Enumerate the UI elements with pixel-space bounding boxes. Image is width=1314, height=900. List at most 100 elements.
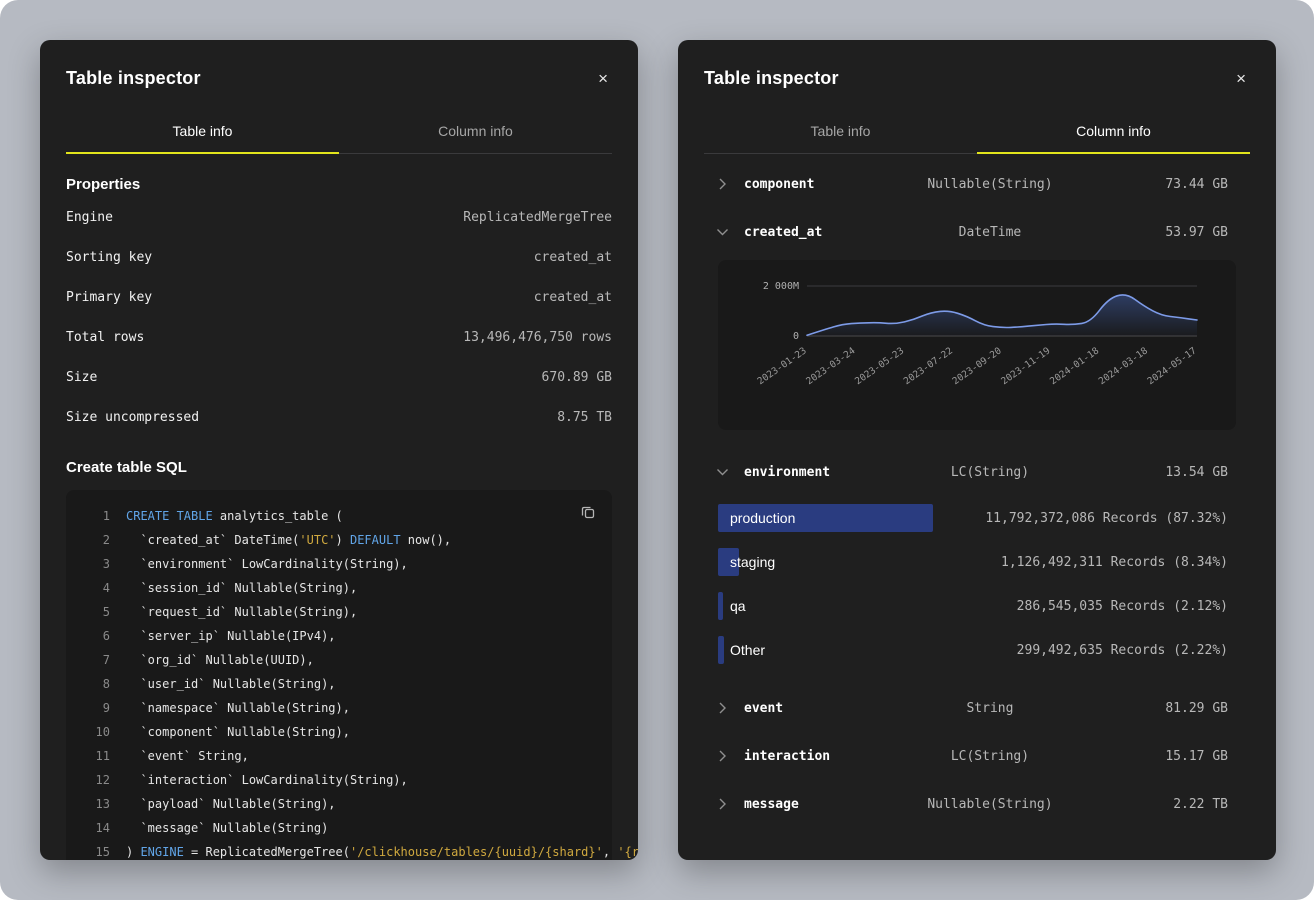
property-row-sorting-key: Sorting key created_at <box>66 237 612 277</box>
sql-line: 15) ENGINE = ReplicatedMergeTree('/click… <box>74 840 596 860</box>
sql-text: `component` Nullable(String), <box>126 720 350 744</box>
property-label: Size <box>66 370 97 385</box>
sql-line: 13 `payload` Nullable(String), <box>74 792 596 816</box>
sql-text: `session_id` Nullable(String), <box>126 576 357 600</box>
column-row-component[interactable]: component Nullable(String) 73.44 GB <box>678 160 1276 208</box>
line-number: 12 <box>74 768 110 792</box>
property-label: Total rows <box>66 330 144 345</box>
sql-text: ) ENGINE = ReplicatedMergeTree('/clickho… <box>126 840 638 860</box>
sql-line: 2 `created_at` DateTime('UTC') DEFAULT n… <box>74 528 596 552</box>
property-label: Sorting key <box>66 250 152 265</box>
column-row-event[interactable]: event String 81.29 GB <box>678 684 1276 732</box>
sql-line: 8 `user_id` Nullable(String), <box>74 672 596 696</box>
desktop-background: Table inspector × Table info Column info… <box>0 0 1314 900</box>
line-number: 3 <box>74 552 110 576</box>
properties-heading: Properties <box>66 176 612 193</box>
column-type: LC(String) <box>911 465 1070 480</box>
create-table-sql-heading: Create table SQL <box>66 459 612 476</box>
column-size: 53.97 GB <box>1069 225 1228 240</box>
sql-line: 3 `environment` LowCardinality(String), <box>74 552 596 576</box>
column-type: String <box>911 701 1070 716</box>
copy-icon[interactable] <box>576 500 600 527</box>
bar-records: 1,126,492,311 Records (8.34%) <box>1001 555 1228 570</box>
sql-text: `environment` LowCardinality(String), <box>126 552 408 576</box>
column-type: Nullable(String) <box>911 797 1070 812</box>
column-size: 13.54 GB <box>1069 465 1228 480</box>
tab-table-info[interactable]: Table info <box>704 111 977 153</box>
column-row-created-at[interactable]: created_at DateTime 53.97 GB <box>678 208 1276 256</box>
chevron-right-icon <box>718 702 727 714</box>
sql-text: `server_ip` Nullable(IPv4), <box>126 624 336 648</box>
column-size: 2.22 TB <box>1069 797 1228 812</box>
tab-bar: Table info Column info <box>704 111 1250 154</box>
property-value: created_at <box>534 290 612 305</box>
sql-text: `message` Nullable(String) <box>126 816 328 840</box>
property-value: created_at <box>534 250 612 265</box>
tab-table-info[interactable]: Table info <box>66 111 339 153</box>
created-at-chart: 2 000M 0 2023-01-232023-03-242023-05-232… <box>718 260 1236 430</box>
sql-line: 1CREATE TABLE analytics_table ( <box>74 504 596 528</box>
property-label: Size uncompressed <box>66 410 199 425</box>
column-type: LC(String) <box>911 749 1070 764</box>
sql-line: 7 `org_id` Nullable(UUID), <box>74 648 596 672</box>
line-number: 8 <box>74 672 110 696</box>
svg-text:2023-11-19: 2023-11-19 <box>999 345 1052 387</box>
property-row-primary-key: Primary key created_at <box>66 277 612 317</box>
bar-row-staging: staging 1,126,492,311 Records (8.34%) <box>678 540 1276 584</box>
column-type: DateTime <box>911 225 1070 240</box>
line-number: 2 <box>74 528 110 552</box>
tab-column-info[interactable]: Column info <box>977 111 1250 153</box>
sql-line: 9 `namespace` Nullable(String), <box>74 696 596 720</box>
sql-line: 11 `event` String, <box>74 744 596 768</box>
chevron-right-icon <box>718 178 727 190</box>
property-label: Engine <box>66 210 113 225</box>
property-value: ReplicatedMergeTree <box>463 210 612 225</box>
svg-text:2023-01-23: 2023-01-23 <box>756 345 809 387</box>
property-row-total-rows: Total rows 13,496,476,750 rows <box>66 317 612 357</box>
property-value: 13,496,476,750 rows <box>463 330 612 345</box>
line-number: 9 <box>74 696 110 720</box>
line-number: 15 <box>74 840 110 860</box>
tab-column-info[interactable]: Column info <box>339 111 612 153</box>
sql-text: `user_id` Nullable(String), <box>126 672 336 696</box>
column-name: component <box>744 177 911 192</box>
svg-text:2024-01-18: 2024-01-18 <box>1048 345 1101 387</box>
sql-text: `payload` Nullable(String), <box>126 792 336 816</box>
column-type: Nullable(String) <box>911 177 1070 192</box>
column-row-message[interactable]: message Nullable(String) 2.22 TB <box>678 780 1276 828</box>
svg-text:2 000M: 2 000M <box>763 281 799 292</box>
column-name: created_at <box>744 225 911 240</box>
sql-text: `namespace` Nullable(String), <box>126 696 350 720</box>
chevron-down-icon <box>717 228 729 237</box>
sql-lines: 1CREATE TABLE analytics_table (2 `create… <box>74 504 596 860</box>
dialog-title: Table inspector <box>66 68 201 89</box>
sql-text: `interaction` LowCardinality(String), <box>126 768 408 792</box>
dialog-title: Table inspector <box>704 68 839 89</box>
sql-line: 4 `session_id` Nullable(String), <box>74 576 596 600</box>
svg-text:2024-05-17: 2024-05-17 <box>1146 345 1199 387</box>
value-bar: production <box>718 504 985 532</box>
line-number: 14 <box>74 816 110 840</box>
sql-line: 10 `component` Nullable(String), <box>74 720 596 744</box>
table-info-content: Properties Engine ReplicatedMergeTree So… <box>40 176 638 860</box>
sql-line: 5 `request_id` Nullable(String), <box>74 600 596 624</box>
close-icon[interactable]: × <box>1232 66 1250 91</box>
column-row-interaction[interactable]: interaction LC(String) 15.17 GB <box>678 732 1276 780</box>
sql-line: 12 `interaction` LowCardinality(String), <box>74 768 596 792</box>
dialog-header: Table inspector × <box>678 40 1276 111</box>
svg-text:2024-03-18: 2024-03-18 <box>1097 345 1150 387</box>
column-row-environment[interactable]: environment LC(String) 13.54 GB <box>678 448 1276 496</box>
line-number: 5 <box>74 600 110 624</box>
sql-text: `request_id` Nullable(String), <box>126 600 357 624</box>
bar-records: 299,492,635 Records (2.22%) <box>1017 643 1228 658</box>
column-size: 73.44 GB <box>1069 177 1228 192</box>
line-number: 7 <box>74 648 110 672</box>
bar-row-other: Other 299,492,635 Records (2.22%) <box>678 628 1276 672</box>
property-value: 8.75 TB <box>557 410 612 425</box>
sql-text: `org_id` Nullable(UUID), <box>126 648 314 672</box>
value-bar: qa <box>718 592 1017 620</box>
svg-text:0: 0 <box>793 331 799 342</box>
line-number: 10 <box>74 720 110 744</box>
line-number: 1 <box>74 504 110 528</box>
close-icon[interactable]: × <box>594 66 612 91</box>
